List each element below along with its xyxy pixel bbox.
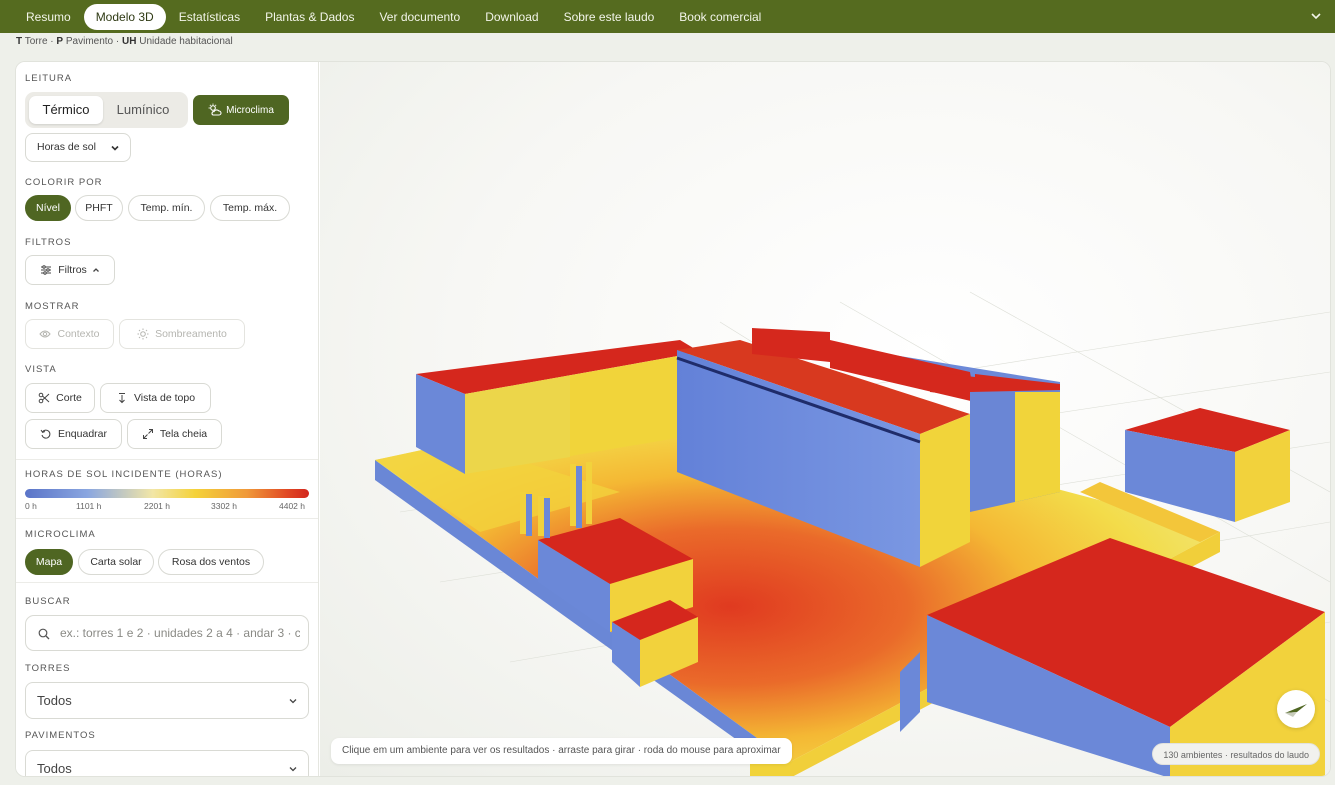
enquadrar-button[interactable]: Enquadrar bbox=[25, 419, 122, 449]
color-by-temp-max[interactable]: Temp. máx. bbox=[210, 195, 290, 221]
chevron-down-icon bbox=[289, 699, 297, 704]
sun-icon bbox=[137, 328, 149, 340]
search-icon bbox=[38, 628, 50, 640]
section-label-buscar: BUSCAR bbox=[25, 596, 71, 607]
microclima-button[interactable]: Microclima bbox=[193, 95, 289, 125]
section-label-mostrar: MOSTRAR bbox=[25, 301, 80, 312]
sliders-icon bbox=[41, 265, 52, 275]
tela-cheia-button[interactable]: Tela cheia bbox=[127, 419, 222, 449]
section-label-horas-sol: HORAS DE SOL INCIDENTE (HORAS) bbox=[25, 469, 223, 480]
corte-button[interactable]: Corte bbox=[25, 383, 95, 413]
luminico-option[interactable]: Lumínico bbox=[105, 96, 181, 124]
section-label-pavimentos: PAVIMENTOS bbox=[25, 730, 96, 741]
main-frame: LEITURA Térmico Lumínico Microclima Hora… bbox=[15, 61, 1331, 777]
chevron-down-icon[interactable] bbox=[1309, 9, 1323, 23]
scale-tick: 2201 h bbox=[144, 501, 170, 511]
expand-icon bbox=[142, 429, 153, 439]
divider bbox=[16, 459, 318, 460]
viewport-hint: Clique em um ambiente para ver os result… bbox=[331, 738, 792, 764]
section-label-filtros: FILTROS bbox=[25, 237, 72, 248]
north-arrow-icon bbox=[1285, 704, 1307, 717]
microclima-rosa-ventos[interactable]: Rosa dos ventos bbox=[158, 549, 264, 575]
tab-estatisticas[interactable]: Estatísticas bbox=[167, 4, 252, 30]
metric-select[interactable]: Horas de sol bbox=[25, 133, 131, 162]
results-count-badge: 130 ambientes · resultados do laudo bbox=[1152, 743, 1320, 765]
filters-button[interactable]: Filtros bbox=[25, 255, 115, 285]
section-label-torres: TORRES bbox=[25, 663, 71, 674]
divider bbox=[16, 518, 318, 519]
section-label-colorir: COLORIR POR bbox=[25, 177, 103, 188]
search-field[interactable]: ex.: torres 1 e 2 · unidades 2 a 4 · and… bbox=[25, 615, 309, 651]
color-by-temp-min[interactable]: Temp. mín. bbox=[128, 195, 205, 221]
tab-download[interactable]: Download bbox=[473, 4, 550, 30]
scale-tick: 1101 h bbox=[76, 501, 102, 511]
search-placeholder: ex.: torres 1 e 2 · unidades 2 a 4 · and… bbox=[60, 626, 300, 640]
scale-tick: 4402 h bbox=[279, 501, 305, 511]
section-label-leitura: LEITURA bbox=[25, 73, 73, 84]
pavimentos-select[interactable]: Todos bbox=[25, 750, 309, 776]
reading-mode-toggle: Térmico Lumínico bbox=[25, 92, 188, 128]
contexto-button[interactable]: Contexto bbox=[25, 319, 114, 349]
rotate-icon bbox=[40, 429, 51, 439]
controls-sidebar: LEITURA Térmico Lumínico Microclima Hora… bbox=[16, 62, 319, 776]
vista-topo-button[interactable]: Vista de topo bbox=[100, 383, 211, 413]
scissors-icon bbox=[38, 392, 50, 404]
color-scale-bar bbox=[25, 489, 309, 498]
3d-model-scene[interactable] bbox=[320, 62, 1331, 777]
chevron-up-icon bbox=[92, 268, 99, 272]
section-label-vista: VISTA bbox=[25, 364, 57, 375]
section-label-microclima: MICROCLIMA bbox=[25, 529, 96, 540]
arrow-down-to-line-icon bbox=[118, 393, 125, 404]
top-nav: Resumo Modelo 3D Estatísticas Plantas & … bbox=[0, 0, 1335, 33]
sun-cloud-icon bbox=[208, 103, 222, 116]
tab-modelo-3d[interactable]: Modelo 3D bbox=[83, 3, 166, 30]
color-by-nivel[interactable]: Nível bbox=[25, 195, 71, 221]
tab-resumo[interactable]: Resumo bbox=[14, 4, 83, 30]
torres-select[interactable]: Todos bbox=[25, 682, 309, 719]
color-by-phft[interactable]: PHFT bbox=[75, 195, 123, 221]
3d-viewport[interactable]: Clique em um ambiente para ver os result… bbox=[320, 62, 1331, 777]
chevron-down-icon bbox=[289, 767, 297, 772]
tab-sobre-laudo[interactable]: Sobre este laudo bbox=[552, 4, 667, 30]
microclima-mapa[interactable]: Mapa bbox=[25, 549, 73, 575]
compass-widget[interactable] bbox=[1277, 690, 1315, 728]
chevron-down-icon bbox=[111, 145, 119, 151]
tab-plantas-dados[interactable]: Plantas & Dados bbox=[253, 4, 366, 30]
scale-tick: 3302 h bbox=[211, 501, 237, 511]
termico-option[interactable]: Térmico bbox=[29, 96, 103, 124]
microclima-carta-solar[interactable]: Carta solar bbox=[78, 549, 154, 575]
eye-icon bbox=[39, 330, 52, 338]
divider bbox=[16, 582, 318, 583]
abbreviation-legend: T Torre · P Pavimento · UH Unidade habit… bbox=[16, 36, 233, 47]
scale-tick: 0 h bbox=[25, 501, 37, 511]
sombreamento-button[interactable]: Sombreamento bbox=[119, 319, 245, 349]
tab-book-comercial[interactable]: Book comercial bbox=[667, 4, 773, 30]
tab-ver-documento[interactable]: Ver documento bbox=[367, 4, 472, 30]
